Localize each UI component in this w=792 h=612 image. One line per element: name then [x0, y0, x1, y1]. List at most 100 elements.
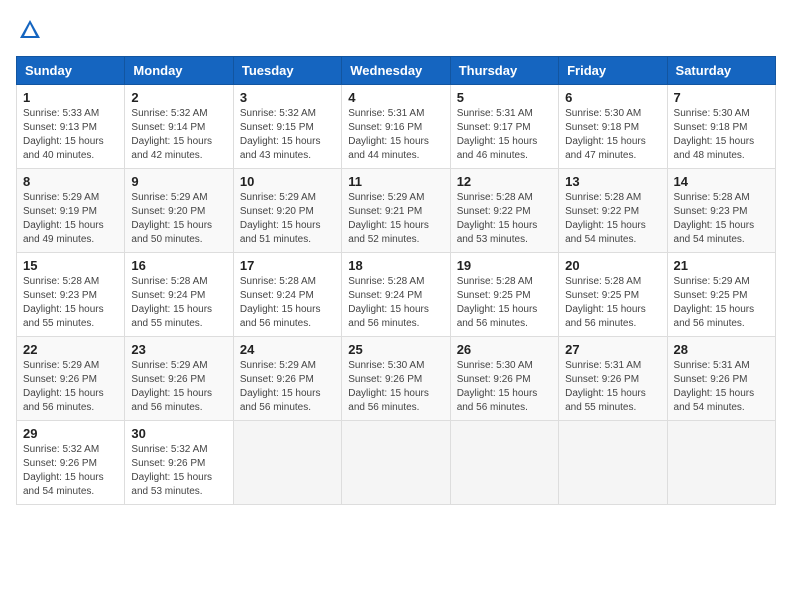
- day-number: 21: [674, 258, 769, 273]
- calendar-cell: [450, 421, 558, 505]
- day-number: 6: [565, 90, 660, 105]
- day-number: 16: [131, 258, 226, 273]
- day-number: 1: [23, 90, 118, 105]
- day-info: Sunrise: 5:29 AM Sunset: 9:20 PM Dayligh…: [131, 191, 226, 247]
- day-info: Sunrise: 5:30 AM Sunset: 9:18 PM Dayligh…: [565, 107, 660, 163]
- day-info: Sunrise: 5:31 AM Sunset: 9:26 PM Dayligh…: [565, 359, 660, 415]
- calendar-cell: 20 Sunrise: 5:28 AM Sunset: 9:25 PM Dayl…: [559, 253, 667, 337]
- day-number: 25: [348, 342, 443, 357]
- calendar-week-row: 1 Sunrise: 5:33 AM Sunset: 9:13 PM Dayli…: [17, 85, 776, 169]
- day-number: 5: [457, 90, 552, 105]
- day-info: Sunrise: 5:32 AM Sunset: 9:26 PM Dayligh…: [131, 443, 226, 499]
- day-info: Sunrise: 5:30 AM Sunset: 9:26 PM Dayligh…: [457, 359, 552, 415]
- calendar-cell: [233, 421, 341, 505]
- calendar-cell: 4 Sunrise: 5:31 AM Sunset: 9:16 PM Dayli…: [342, 85, 450, 169]
- calendar-cell: 16 Sunrise: 5:28 AM Sunset: 9:24 PM Dayl…: [125, 253, 233, 337]
- calendar-cell: 19 Sunrise: 5:28 AM Sunset: 9:25 PM Dayl…: [450, 253, 558, 337]
- calendar-cell: [667, 421, 775, 505]
- calendar-cell: 1 Sunrise: 5:33 AM Sunset: 9:13 PM Dayli…: [17, 85, 125, 169]
- calendar-week-row: 22 Sunrise: 5:29 AM Sunset: 9:26 PM Dayl…: [17, 337, 776, 421]
- calendar-cell: 6 Sunrise: 5:30 AM Sunset: 9:18 PM Dayli…: [559, 85, 667, 169]
- day-number: 30: [131, 426, 226, 441]
- col-header-monday: Monday: [125, 57, 233, 85]
- calendar-cell: 21 Sunrise: 5:29 AM Sunset: 9:25 PM Dayl…: [667, 253, 775, 337]
- day-number: 29: [23, 426, 118, 441]
- day-number: 14: [674, 174, 769, 189]
- calendar-cell: 11 Sunrise: 5:29 AM Sunset: 9:21 PM Dayl…: [342, 169, 450, 253]
- col-header-sunday: Sunday: [17, 57, 125, 85]
- calendar-cell: [342, 421, 450, 505]
- day-number: 12: [457, 174, 552, 189]
- day-info: Sunrise: 5:28 AM Sunset: 9:25 PM Dayligh…: [565, 275, 660, 331]
- day-info: Sunrise: 5:30 AM Sunset: 9:26 PM Dayligh…: [348, 359, 443, 415]
- day-info: Sunrise: 5:28 AM Sunset: 9:23 PM Dayligh…: [23, 275, 118, 331]
- calendar-cell: [559, 421, 667, 505]
- day-info: Sunrise: 5:28 AM Sunset: 9:22 PM Dayligh…: [565, 191, 660, 247]
- day-info: Sunrise: 5:32 AM Sunset: 9:26 PM Dayligh…: [23, 443, 118, 499]
- day-number: 2: [131, 90, 226, 105]
- col-header-friday: Friday: [559, 57, 667, 85]
- day-number: 4: [348, 90, 443, 105]
- calendar: SundayMondayTuesdayWednesdayThursdayFrid…: [16, 56, 776, 505]
- day-number: 18: [348, 258, 443, 273]
- day-info: Sunrise: 5:29 AM Sunset: 9:20 PM Dayligh…: [240, 191, 335, 247]
- calendar-cell: 5 Sunrise: 5:31 AM Sunset: 9:17 PM Dayli…: [450, 85, 558, 169]
- day-info: Sunrise: 5:33 AM Sunset: 9:13 PM Dayligh…: [23, 107, 118, 163]
- calendar-cell: 29 Sunrise: 5:32 AM Sunset: 9:26 PM Dayl…: [17, 421, 125, 505]
- day-number: 24: [240, 342, 335, 357]
- day-info: Sunrise: 5:31 AM Sunset: 9:26 PM Dayligh…: [674, 359, 769, 415]
- calendar-cell: 2 Sunrise: 5:32 AM Sunset: 9:14 PM Dayli…: [125, 85, 233, 169]
- logo: [16, 16, 48, 44]
- day-info: Sunrise: 5:29 AM Sunset: 9:21 PM Dayligh…: [348, 191, 443, 247]
- day-info: Sunrise: 5:28 AM Sunset: 9:24 PM Dayligh…: [240, 275, 335, 331]
- day-number: 28: [674, 342, 769, 357]
- day-number: 8: [23, 174, 118, 189]
- day-number: 3: [240, 90, 335, 105]
- calendar-cell: 17 Sunrise: 5:28 AM Sunset: 9:24 PM Dayl…: [233, 253, 341, 337]
- calendar-cell: 28 Sunrise: 5:31 AM Sunset: 9:26 PM Dayl…: [667, 337, 775, 421]
- calendar-cell: 13 Sunrise: 5:28 AM Sunset: 9:22 PM Dayl…: [559, 169, 667, 253]
- calendar-week-row: 8 Sunrise: 5:29 AM Sunset: 9:19 PM Dayli…: [17, 169, 776, 253]
- header: [16, 16, 776, 44]
- day-number: 23: [131, 342, 226, 357]
- day-number: 26: [457, 342, 552, 357]
- calendar-cell: 15 Sunrise: 5:28 AM Sunset: 9:23 PM Dayl…: [17, 253, 125, 337]
- col-header-wednesday: Wednesday: [342, 57, 450, 85]
- calendar-cell: 14 Sunrise: 5:28 AM Sunset: 9:23 PM Dayl…: [667, 169, 775, 253]
- day-info: Sunrise: 5:32 AM Sunset: 9:14 PM Dayligh…: [131, 107, 226, 163]
- calendar-cell: 25 Sunrise: 5:30 AM Sunset: 9:26 PM Dayl…: [342, 337, 450, 421]
- calendar-cell: 27 Sunrise: 5:31 AM Sunset: 9:26 PM Dayl…: [559, 337, 667, 421]
- col-header-tuesday: Tuesday: [233, 57, 341, 85]
- day-number: 17: [240, 258, 335, 273]
- day-number: 7: [674, 90, 769, 105]
- day-info: Sunrise: 5:28 AM Sunset: 9:24 PM Dayligh…: [348, 275, 443, 331]
- calendar-cell: 23 Sunrise: 5:29 AM Sunset: 9:26 PM Dayl…: [125, 337, 233, 421]
- day-info: Sunrise: 5:31 AM Sunset: 9:16 PM Dayligh…: [348, 107, 443, 163]
- day-info: Sunrise: 5:31 AM Sunset: 9:17 PM Dayligh…: [457, 107, 552, 163]
- day-info: Sunrise: 5:29 AM Sunset: 9:26 PM Dayligh…: [23, 359, 118, 415]
- day-number: 27: [565, 342, 660, 357]
- calendar-cell: 12 Sunrise: 5:28 AM Sunset: 9:22 PM Dayl…: [450, 169, 558, 253]
- calendar-cell: 9 Sunrise: 5:29 AM Sunset: 9:20 PM Dayli…: [125, 169, 233, 253]
- day-number: 19: [457, 258, 552, 273]
- day-info: Sunrise: 5:32 AM Sunset: 9:15 PM Dayligh…: [240, 107, 335, 163]
- calendar-header-row: SundayMondayTuesdayWednesdayThursdayFrid…: [17, 57, 776, 85]
- calendar-cell: 24 Sunrise: 5:29 AM Sunset: 9:26 PM Dayl…: [233, 337, 341, 421]
- calendar-cell: 26 Sunrise: 5:30 AM Sunset: 9:26 PM Dayl…: [450, 337, 558, 421]
- day-number: 13: [565, 174, 660, 189]
- day-info: Sunrise: 5:29 AM Sunset: 9:26 PM Dayligh…: [240, 359, 335, 415]
- day-number: 10: [240, 174, 335, 189]
- calendar-cell: 30 Sunrise: 5:32 AM Sunset: 9:26 PM Dayl…: [125, 421, 233, 505]
- day-number: 9: [131, 174, 226, 189]
- day-info: Sunrise: 5:29 AM Sunset: 9:26 PM Dayligh…: [131, 359, 226, 415]
- day-info: Sunrise: 5:29 AM Sunset: 9:25 PM Dayligh…: [674, 275, 769, 331]
- calendar-week-row: 29 Sunrise: 5:32 AM Sunset: 9:26 PM Dayl…: [17, 421, 776, 505]
- day-number: 15: [23, 258, 118, 273]
- calendar-cell: 7 Sunrise: 5:30 AM Sunset: 9:18 PM Dayli…: [667, 85, 775, 169]
- calendar-cell: 22 Sunrise: 5:29 AM Sunset: 9:26 PM Dayl…: [17, 337, 125, 421]
- day-number: 22: [23, 342, 118, 357]
- calendar-cell: 18 Sunrise: 5:28 AM Sunset: 9:24 PM Dayl…: [342, 253, 450, 337]
- day-info: Sunrise: 5:30 AM Sunset: 9:18 PM Dayligh…: [674, 107, 769, 163]
- day-info: Sunrise: 5:28 AM Sunset: 9:25 PM Dayligh…: [457, 275, 552, 331]
- day-info: Sunrise: 5:29 AM Sunset: 9:19 PM Dayligh…: [23, 191, 118, 247]
